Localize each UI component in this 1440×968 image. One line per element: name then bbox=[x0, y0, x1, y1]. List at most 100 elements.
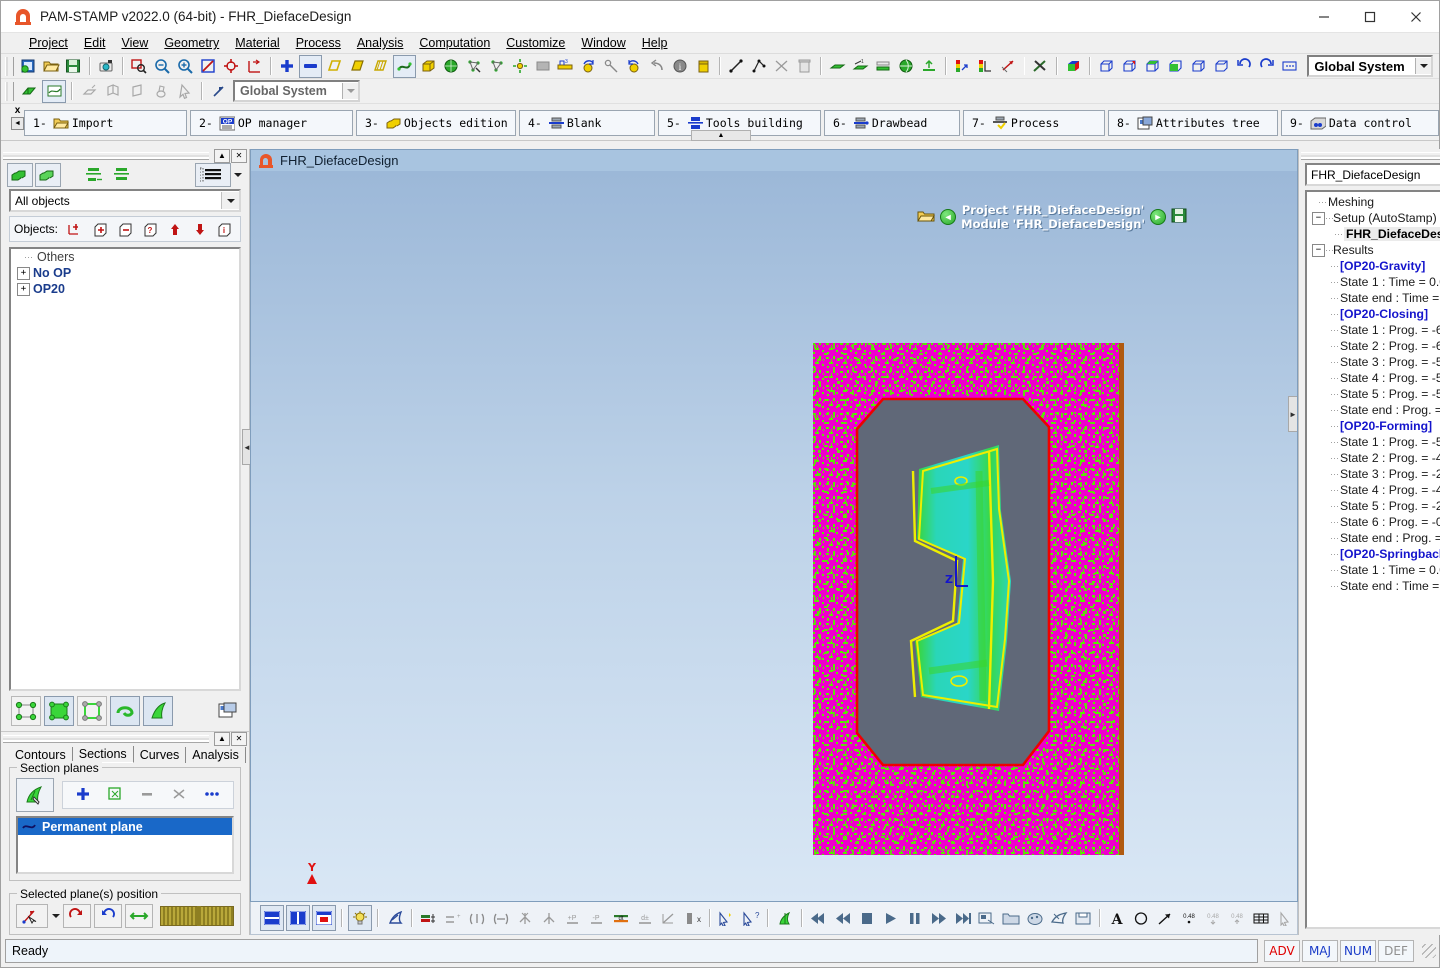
results-tree-item-state[interactable]: ⋯ State 4 : Prog. = -56.678833 bbox=[1307, 370, 1440, 386]
sections-close-button[interactable]: ✕ bbox=[231, 731, 247, 746]
mesh-sphere-icon[interactable] bbox=[441, 56, 462, 77]
tree-item-op20[interactable]: + OP20 bbox=[11, 281, 239, 297]
table-annotation-icon[interactable] bbox=[1250, 906, 1272, 930]
last-state-icon[interactable] bbox=[952, 906, 974, 930]
display-filled-icon[interactable] bbox=[44, 696, 74, 726]
menu-computation[interactable]: Computation bbox=[411, 33, 498, 53]
result-tree-down-icon[interactable] bbox=[514, 906, 536, 930]
objects-tree[interactable]: ⋯ Others + No OP + OP20 bbox=[9, 247, 241, 691]
more-views-icon[interactable] bbox=[1279, 56, 1300, 77]
save-animation-icon[interactable] bbox=[1072, 906, 1094, 930]
resize-grip[interactable] bbox=[1422, 944, 1436, 958]
surface-outline-icon[interactable] bbox=[324, 56, 345, 77]
plane-tool-icon[interactable] bbox=[827, 56, 848, 77]
surface-grid-icon[interactable] bbox=[370, 56, 391, 77]
fold-surface-icon[interactable] bbox=[102, 81, 124, 102]
coordinate-system-select[interactable]: Global System bbox=[1307, 55, 1433, 77]
pick-plane-position-icon[interactable] bbox=[16, 904, 48, 928]
pick-origin-icon[interactable] bbox=[208, 81, 230, 102]
delta-thickness-icon[interactable]: dt bbox=[610, 906, 632, 930]
clear-results-icon[interactable]: x bbox=[682, 906, 704, 930]
results-tree-item-state[interactable]: ⋯ State 1 : Prog. = -63.700443 bbox=[1307, 322, 1440, 338]
wizard-tab-blank[interactable]: 4- Blank bbox=[519, 110, 655, 136]
collapse-icon[interactable]: − bbox=[1312, 211, 1325, 225]
extrude-up-icon[interactable] bbox=[919, 56, 940, 77]
display-nodes-icon[interactable] bbox=[11, 696, 41, 726]
pick-node-icon[interactable] bbox=[716, 906, 738, 930]
select-annotation-icon[interactable] bbox=[1274, 906, 1296, 930]
add-point-icon[interactable]: +P bbox=[562, 906, 584, 930]
info-icon[interactable]: i bbox=[670, 56, 691, 77]
hide-objects-icon[interactable] bbox=[35, 163, 61, 187]
results-tree-item-state[interactable]: ⋯ State 2 : Prog. = -49.997524 bbox=[1307, 450, 1440, 466]
rename-plane-icon[interactable] bbox=[139, 786, 155, 805]
line-element-icon[interactable] bbox=[299, 54, 323, 78]
menu-customize[interactable]: Customize bbox=[498, 33, 573, 53]
add-node-icon[interactable] bbox=[277, 56, 298, 77]
create-section-plane-icon[interactable] bbox=[16, 778, 54, 812]
results-tree-item-op20-closing[interactable]: ⋯ [OP20-Closing] bbox=[1307, 306, 1440, 322]
previous-state-icon[interactable] bbox=[832, 906, 854, 930]
new-project-icon[interactable] bbox=[18, 56, 39, 77]
export-animation-icon[interactable] bbox=[1048, 906, 1070, 930]
menu-project[interactable]: Project bbox=[21, 33, 76, 53]
stop-icon[interactable] bbox=[856, 906, 878, 930]
circle-annotation-icon[interactable] bbox=[1130, 906, 1152, 930]
move-entity-icon[interactable] bbox=[510, 56, 531, 77]
results-tree-item-state[interactable]: ⋯ State 5 : Prog. = -2.998142 bbox=[1307, 498, 1440, 514]
node-pick-icon[interactable] bbox=[464, 56, 485, 77]
wizard-tab-objects-edition[interactable]: 3- Objects edition bbox=[356, 110, 516, 136]
intersect-icon[interactable] bbox=[772, 56, 793, 77]
new-object-icon[interactable] bbox=[66, 218, 88, 240]
open-module-icon[interactable] bbox=[917, 209, 936, 226]
zoom-fit-icon[interactable] bbox=[198, 56, 219, 77]
previous-module-icon[interactable]: ◄ bbox=[940, 209, 957, 225]
toolbar-grip[interactable] bbox=[5, 56, 14, 76]
display-options-icon[interactable] bbox=[195, 163, 231, 187]
node-pick-alt-icon[interactable] bbox=[487, 56, 508, 77]
results-tree-item-state[interactable]: ⋯ State 5 : Prog. = -54.339161 bbox=[1307, 386, 1440, 402]
results-tree-item-state[interactable]: ⋯ State 1 : Time = 0.000000 bbox=[1307, 562, 1440, 578]
wizard-tab-op-manager[interactable]: 2- OP OP manager bbox=[190, 110, 353, 136]
create-line-icon[interactable] bbox=[726, 56, 747, 77]
panel-collapse-button[interactable]: ▲ bbox=[214, 148, 230, 163]
wizard-collapse-handle[interactable]: ▲ bbox=[691, 130, 751, 141]
play-icon[interactable] bbox=[880, 906, 902, 930]
single-view-icon[interactable] bbox=[312, 905, 336, 931]
tools-open-icon[interactable] bbox=[81, 163, 107, 187]
collapse-icon[interactable]: ◄ bbox=[11, 117, 24, 130]
display-options-chevron-icon[interactable] bbox=[233, 173, 243, 177]
result-thickness-icon[interactable] bbox=[418, 906, 440, 930]
view-solid-icon[interactable] bbox=[1063, 56, 1084, 77]
duplicate-plane-icon[interactable] bbox=[107, 786, 123, 805]
delete-plane-icon[interactable] bbox=[171, 786, 187, 805]
result-range-icon[interactable] bbox=[490, 906, 512, 930]
results-tree-item-state[interactable]: ⋯ State 3 : Prog. = -24.998695 bbox=[1307, 466, 1440, 482]
zoom-window-icon[interactable] bbox=[129, 56, 150, 77]
section-tool-icon[interactable] bbox=[384, 906, 406, 930]
results-tree-item-state[interactable]: ⋯ State 4 : Prog. = -4.998760 bbox=[1307, 482, 1440, 498]
result-tree-icon[interactable] bbox=[538, 906, 560, 930]
results-tree-item-state[interactable]: ⋯ State end : Prog. = -0.002229 bbox=[1307, 530, 1440, 546]
close-icon[interactable]: x bbox=[15, 106, 21, 116]
tab-analysis[interactable]: Analysis bbox=[186, 747, 246, 763]
menu-window[interactable]: Window bbox=[573, 33, 633, 53]
show-all-objects-icon[interactable] bbox=[7, 163, 33, 187]
surface-filled-icon[interactable] bbox=[347, 56, 368, 77]
tools-closed-icon[interactable] bbox=[109, 163, 135, 187]
results-tree-item-state[interactable]: ⋯ State 1 : Prog. = -52.002399 bbox=[1307, 434, 1440, 450]
results-project-select[interactable]: FHR_DiefaceDesign bbox=[1305, 163, 1440, 186]
first-state-icon[interactable] bbox=[808, 906, 830, 930]
pause-icon[interactable] bbox=[904, 906, 926, 930]
delete-icon[interactable] bbox=[693, 56, 714, 77]
animation-palette-icon[interactable] bbox=[1024, 906, 1046, 930]
position-dropdown-chevron-icon[interactable] bbox=[51, 914, 60, 918]
tree-item-others[interactable]: ⋯ Others bbox=[11, 249, 239, 265]
fill-pattern-icon[interactable] bbox=[150, 81, 172, 102]
coordinate-system-select-2[interactable]: Global System bbox=[233, 80, 360, 102]
view-back-icon[interactable] bbox=[1119, 56, 1140, 77]
redo-transform-icon[interactable] bbox=[624, 56, 645, 77]
tools-cross-icon[interactable] bbox=[1030, 56, 1051, 77]
translate-plane-icon[interactable] bbox=[125, 904, 153, 928]
expand-icon[interactable]: + bbox=[17, 282, 30, 296]
